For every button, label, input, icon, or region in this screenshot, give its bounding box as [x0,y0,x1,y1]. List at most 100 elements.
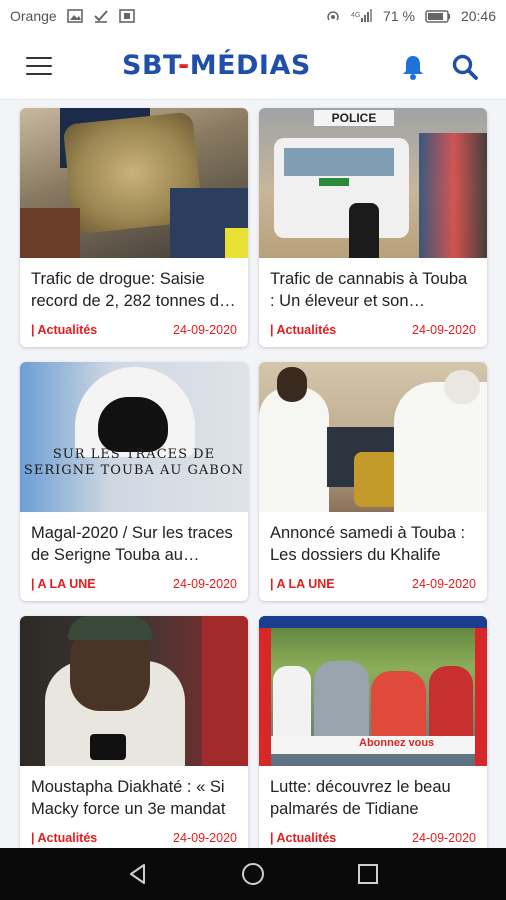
system-nav-bar [0,848,506,900]
article-meta: | Actualités 24-09-2020 [20,822,248,848]
article-image: POLICE [259,108,487,258]
person-right [394,382,487,512]
person-2 [314,661,369,736]
article-meta: | A LA UNE 24-09-2020 [259,568,487,601]
image-caption: SUR LES TRACES DE SERIGNE TOUBA AU GABON [23,447,245,478]
frame-top [259,616,487,628]
article-title-text: Magal-2020 / Sur les traces de Serigne T… [31,524,233,564]
article-title[interactable]: Trafic de drogue: Saisie record de 2, 28… [20,258,248,314]
article-feed[interactable]: Trafic de drogue: Saisie record de 2, 28… [0,100,506,848]
article-category[interactable]: | A LA UNE [31,577,96,591]
article-date: 24-09-2020 [173,323,237,337]
clock: 20:46 [460,8,496,24]
article-meta: | Actualités 24-09-2020 [259,314,487,347]
article-title[interactable]: Trafic de cannabis à Touba : Un éleveur … [259,258,487,314]
article-date: 24-09-2020 [412,577,476,591]
menu-icon [26,57,52,59]
article-card[interactable]: SUR LES TRACES DE SERIGNE TOUBA AU GABON… [20,362,248,601]
article-date: 24-09-2020 [412,831,476,845]
article-title-text: Moustapha Diakhaté : « Si Macky force un… [31,778,226,818]
car-windshield [284,148,394,176]
person-left-head [277,367,307,402]
carrier-label: Orange [10,8,57,24]
image-figure [20,208,80,258]
menu-icon-line [26,65,52,67]
article-card[interactable]: Moustapha Diakhaté : « Si Macky force un… [20,616,248,848]
article-date: 24-09-2020 [412,323,476,337]
article-category[interactable]: | Actualités [270,831,336,845]
frame-right [475,628,487,766]
article-date: 24-09-2020 [173,831,237,845]
article-title-text: Annoncé samedi à Touba : Les dossiers du… [270,524,466,564]
frame-left [259,628,271,766]
battery-icon [425,9,450,23]
red-curtain [202,616,248,766]
back-icon [129,864,145,884]
image-figure [225,228,248,258]
signal-icon: 4G [351,9,373,22]
status-right: 4G 71 % 20:46 [325,8,496,24]
microphone [90,734,126,760]
article-image: Abonnez vous [259,616,487,766]
menu-button[interactable] [24,54,54,78]
person [349,203,379,258]
article-date: 24-09-2020 [173,577,237,591]
person-right-head [444,370,480,404]
subscribe-text: Abonnez vous [359,737,435,749]
recents-icon [358,864,379,884]
back-button[interactable] [118,854,158,894]
screenshot-notification-icon [118,9,135,23]
image-notification-icon [66,9,83,23]
article-image [259,362,487,512]
recents-button[interactable] [348,854,388,894]
article-title[interactable]: Annoncé samedi à Touba : Les dossiers du… [259,512,487,568]
article-title-text: Trafic de cannabis à Touba : Un éleveur … [270,270,468,310]
article-card[interactable]: Trafic de drogue: Saisie record de 2, 28… [20,108,248,347]
article-meta: | Actualités 24-09-2020 [259,822,487,848]
check-notification-icon [93,10,108,23]
logo-sbt: SBT [122,50,178,81]
car-stripe [319,178,349,186]
svg-text:4G: 4G [351,12,360,19]
app-logo[interactable]: SBT-MÉDIAS [122,50,311,81]
article-title-text: Lutte: découvrez le beau palmarés de Tid… [270,778,451,818]
article-image: SUR LES TRACES DE SERIGNE TOUBA AU GABON [20,362,248,512]
search-icon [452,54,478,80]
menu-icon-line [26,73,52,75]
status-left: Orange [10,8,135,24]
article-meta: | Actualités 24-09-2020 [20,314,248,347]
article-title[interactable]: Moustapha Diakhaté : « Si Macky force un… [20,766,248,822]
article-card[interactable]: POLICE Trafic de cannabis à Touba : Un é… [259,108,487,347]
article-title[interactable]: Magal-2020 / Sur les traces de Serigne T… [20,512,248,568]
app-bar: SBT-MÉDIAS [0,32,506,100]
article-image [20,616,248,766]
police-sign: POLICE [314,110,394,126]
person-3 [371,671,426,736]
person-4 [429,666,473,736]
home-button[interactable] [233,854,273,894]
status-bar: Orange 4G 71 % 20:46 [0,0,506,32]
person-cap [68,616,152,640]
battery-percent: 71 % [383,8,415,24]
article-category[interactable]: | Actualités [270,323,336,337]
bell-icon [403,56,423,80]
person-1 [273,666,311,736]
article-title[interactable]: Lutte: découvrez le beau palmarés de Tid… [259,766,487,822]
article-image [20,108,248,258]
home-icon [241,863,264,885]
person-left [259,387,329,512]
article-meta: | A LA UNE 24-09-2020 [20,568,248,601]
search-button[interactable] [450,52,480,82]
article-title-text: Trafic de drogue: Saisie record de 2, 28… [31,270,229,310]
crowd [419,133,487,258]
article-category[interactable]: | Actualités [31,831,97,845]
logo-medias: MÉDIAS [189,50,311,81]
notifications-button[interactable] [398,52,428,82]
article-card[interactable]: Abonnez vous Lutte: découvrez le beau pa… [259,616,487,848]
article-card[interactable]: Annoncé samedi à Touba : Les dossiers du… [259,362,487,601]
article-category[interactable]: | Actualités [31,323,97,337]
portrait-face [98,397,168,452]
article-category[interactable]: | A LA UNE [270,577,335,591]
hotspot-icon [327,11,339,21]
logo-dash: - [177,50,190,81]
